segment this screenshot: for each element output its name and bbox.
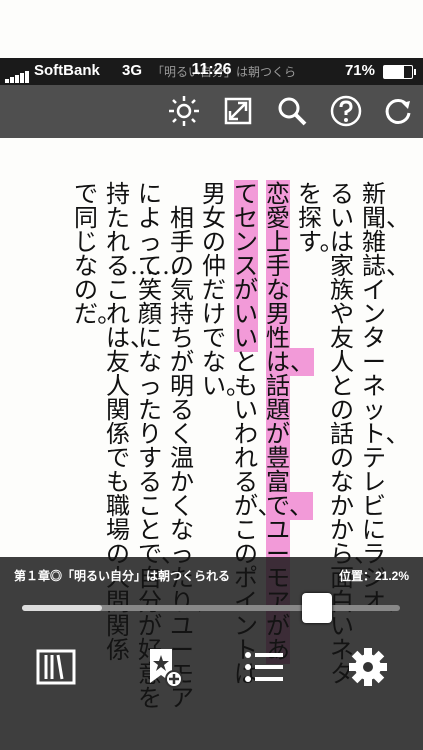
progress-slider[interactable] — [22, 605, 400, 611]
position-label: 位置：21.2% — [338, 569, 409, 583]
text-column: 男女の仲だけでない。 — [202, 182, 250, 398]
list-icon[interactable] — [242, 645, 286, 689]
refresh-icon[interactable] — [380, 93, 416, 129]
chapter-title: 第１章◎「明るい自分」は朝つくられる — [14, 569, 231, 583]
slider-thumb[interactable] — [302, 593, 332, 623]
text-column: で同じなのだ。 — [74, 182, 121, 326]
battery-label: 71% — [344, 62, 375, 79]
bottom-panel: 第１章◎「明るい自分」は朝つくられる 位置：21.2% — [0, 557, 423, 750]
search-icon[interactable] — [274, 93, 310, 129]
top-toolbar — [0, 85, 423, 138]
battery-icon — [383, 65, 416, 79]
brightness-icon[interactable] — [166, 93, 202, 129]
highlight-span[interactable]: てセンスがいい — [234, 180, 258, 352]
add-bookmark-icon[interactable] — [142, 645, 186, 689]
settings-icon[interactable] — [346, 645, 390, 689]
help-icon[interactable] — [328, 93, 364, 129]
status-bar: SoftBank 3G 「明るい自分」は朝つくら 11:26 71% — [0, 58, 423, 85]
text-column: を探す。 — [298, 182, 344, 254]
bookshelf-icon[interactable] — [34, 645, 78, 689]
fullscreen-icon[interactable] — [220, 93, 256, 129]
